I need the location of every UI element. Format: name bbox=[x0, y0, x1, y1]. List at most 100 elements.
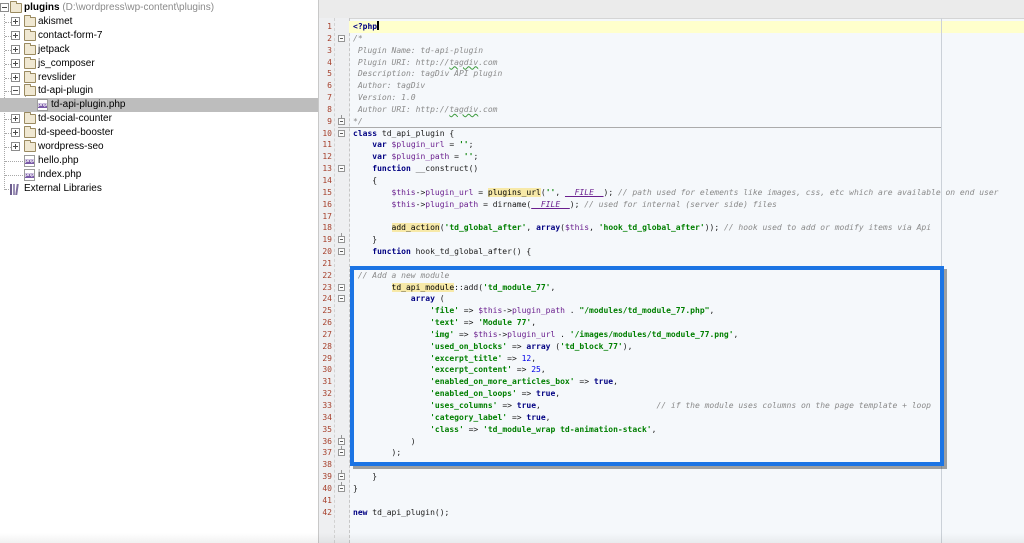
tree-item-label: wordpress-seo bbox=[38, 141, 104, 152]
code-line-32[interactable]: 32 'enabled_on_loops' => true, bbox=[319, 388, 1024, 400]
fold-collapse-icon[interactable] bbox=[338, 295, 345, 303]
code-line-5[interactable]: 5 Description: tagDiv API plugin bbox=[319, 68, 1024, 80]
code-line-16[interactable]: 16 $this->plugin_path = dirname(__FILE__… bbox=[319, 199, 1024, 211]
tree-item-contact-form-7[interactable]: contact-form-7 bbox=[0, 28, 318, 43]
code-line-21[interactable]: 21 bbox=[319, 258, 1024, 270]
tree-item-label: External Libraries bbox=[24, 182, 102, 194]
code-line-4[interactable]: 4 Plugin URI: http://tagdiv.com bbox=[319, 57, 1024, 69]
tree-item-revslider[interactable]: revslider bbox=[0, 70, 318, 85]
code-line-42[interactable]: 42 new td_api_plugin(); bbox=[319, 507, 1024, 519]
fold-end-icon[interactable] bbox=[338, 233, 345, 244]
fold-end-icon[interactable] bbox=[338, 481, 345, 492]
fold-end-icon[interactable] bbox=[338, 114, 345, 125]
code-line-6[interactable]: 6 Author: tagDiv bbox=[319, 80, 1024, 92]
code-line-22[interactable]: 22 // Add a new module bbox=[319, 270, 1024, 282]
code-line-18[interactable]: 18 add_action('td_global_after', array($… bbox=[319, 222, 1024, 234]
expand-plus-icon[interactable] bbox=[11, 72, 20, 82]
code-line-10[interactable]: 10 class td_api_plugin { bbox=[319, 128, 1024, 140]
php-file-icon: php bbox=[37, 99, 48, 112]
code-line-25[interactable]: 25 'file' => $this->plugin_path . "/modu… bbox=[319, 305, 1024, 317]
code-line-11[interactable]: 11 var $plugin_url = ''; bbox=[319, 139, 1024, 151]
php-file-icon: php bbox=[24, 168, 35, 181]
code-line-20[interactable]: 20 function hook_td_global_after() { bbox=[319, 246, 1024, 258]
fold-end-icon[interactable] bbox=[338, 434, 345, 445]
line-number: 35 bbox=[322, 424, 332, 434]
code-line-14[interactable]: 14 { bbox=[319, 175, 1024, 187]
tree-item-td-social-counter[interactable]: td-social-counter bbox=[0, 112, 318, 126]
code-line-33[interactable]: 33 'uses_columns' => true, // if the mod… bbox=[319, 400, 1024, 412]
code-line-30[interactable]: 30 'excerpt_content' => 25, bbox=[319, 364, 1024, 376]
line-number: 7 bbox=[327, 93, 332, 103]
line-number: 40 bbox=[322, 483, 332, 493]
tree-item-wordpress-seo[interactable]: wordpress-seo bbox=[0, 140, 318, 154]
code-line-24[interactable]: 24 array ( bbox=[319, 293, 1024, 305]
tree-item-td-api-plugin[interactable]: td-api-plugin bbox=[0, 84, 318, 98]
tree-item-hello.php[interactable]: php hello.php bbox=[0, 154, 318, 168]
line-number: 38 bbox=[322, 460, 332, 470]
tree-item-td-speed-booster[interactable]: td-speed-booster bbox=[0, 126, 318, 140]
fold-end-icon[interactable] bbox=[338, 470, 345, 481]
code-line-26[interactable]: 26 'text' => 'Module 77', bbox=[319, 317, 1024, 329]
tree-item-plugins[interactable]: plugins (D:\wordpress\wp-content\plugins… bbox=[0, 1, 318, 15]
code-line-35[interactable]: 35 'class' => 'td_module_wrap td-animati… bbox=[319, 424, 1024, 436]
collapse-minus-icon[interactable] bbox=[11, 86, 20, 96]
line-number: 26 bbox=[322, 318, 332, 328]
code-line-17[interactable]: 17 bbox=[319, 211, 1024, 223]
code-line-36[interactable]: 36 ) bbox=[319, 434, 1024, 448]
line-number: 23 bbox=[322, 282, 332, 292]
code-line-37[interactable]: 37 ); bbox=[319, 446, 1024, 459]
fold-collapse-icon[interactable] bbox=[338, 34, 345, 42]
code-line-15[interactable]: 15 $this->plugin_url = plugins_url('', _… bbox=[319, 187, 1024, 199]
tree-item-external-libraries[interactable]: External Libraries bbox=[0, 182, 318, 196]
code-editor[interactable]: 1 <?php 2/* 3 Plugin Name: td-api-plugin 4 P… bbox=[318, 0, 1024, 543]
expand-plus-icon[interactable] bbox=[11, 30, 20, 40]
tree-item-label: index.php bbox=[38, 168, 82, 180]
tree-item-label: td-api-plugin.php bbox=[51, 99, 126, 111]
code-line-23[interactable]: 23 td_api_module::add('td_module_77', bbox=[319, 282, 1024, 294]
expand-plus-icon[interactable] bbox=[11, 142, 20, 151]
line-number: 34 bbox=[322, 412, 332, 422]
code-line-27[interactable]: 27 'img' => $this->plugin_url . '/images… bbox=[319, 329, 1024, 341]
tree-item-td-api-plugin.php[interactable]: php td-api-plugin.php bbox=[0, 98, 318, 113]
code-line-40[interactable]: 40} bbox=[319, 481, 1024, 495]
code-line-41[interactable]: 41 bbox=[319, 495, 1024, 507]
expand-plus-icon[interactable] bbox=[11, 128, 20, 138]
collapse-minus-icon[interactable] bbox=[0, 3, 9, 12]
fold-end-icon[interactable] bbox=[338, 446, 345, 457]
code-line-31[interactable]: 31 'enabled_on_more_articles_box' => tru… bbox=[319, 376, 1024, 388]
expand-plus-icon[interactable] bbox=[11, 16, 20, 26]
code-line-7[interactable]: 7 Version: 1.0 bbox=[319, 92, 1024, 104]
fold-collapse-icon[interactable] bbox=[338, 129, 345, 137]
line-number: 24 bbox=[322, 294, 332, 304]
tree-item-index.php[interactable]: php index.php bbox=[0, 168, 318, 182]
code-line-19[interactable]: 19 } bbox=[319, 233, 1024, 246]
expand-plus-icon[interactable] bbox=[11, 58, 20, 68]
line-number: 37 bbox=[322, 448, 332, 458]
project-tree-panel[interactable]: plugins (D:\wordpress\wp-content\plugins… bbox=[0, 0, 318, 543]
tree-item-akismet[interactable]: akismet bbox=[0, 14, 318, 29]
code-line-1[interactable]: 1 <?php bbox=[319, 21, 1024, 33]
code-line-29[interactable]: 29 'excerpt_title' => 12, bbox=[319, 353, 1024, 365]
expand-plus-icon[interactable] bbox=[11, 44, 20, 54]
code-line-34[interactable]: 34 'category_label' => true, bbox=[319, 412, 1024, 424]
line-number: 11 bbox=[322, 140, 332, 150]
code-line-38[interactable]: 38 bbox=[319, 459, 1024, 471]
code-line-3[interactable]: 3 Plugin Name: td-api-plugin bbox=[319, 45, 1024, 57]
code-line-2[interactable]: 2/* bbox=[319, 33, 1024, 45]
tree-item-jetpack[interactable]: jetpack bbox=[0, 42, 318, 57]
expand-plus-icon[interactable] bbox=[11, 114, 20, 124]
tree-item-js-composer[interactable]: js_composer bbox=[0, 56, 318, 71]
code-line-13[interactable]: 13 function __construct() bbox=[319, 163, 1024, 175]
code-line-8[interactable]: 8 Author URI: http://tagdiv.com bbox=[319, 104, 1024, 116]
fold-collapse-icon[interactable] bbox=[338, 283, 345, 291]
code-line-9[interactable]: 9 */ bbox=[319, 114, 1024, 128]
fold-collapse-icon[interactable] bbox=[338, 165, 345, 173]
editor-tab-strip bbox=[319, 0, 1024, 19]
fold-collapse-icon[interactable] bbox=[338, 248, 345, 256]
folder-icon bbox=[10, 1, 22, 13]
line-number: 39 bbox=[322, 472, 332, 482]
code-line-12[interactable]: 12 var $plugin_path = ''; bbox=[319, 151, 1024, 163]
line-number: 31 bbox=[322, 377, 332, 387]
code-line-28[interactable]: 28 'used_on_blocks' => array ('td_block_… bbox=[319, 341, 1024, 353]
code-line-39[interactable]: 39 } bbox=[319, 470, 1024, 483]
